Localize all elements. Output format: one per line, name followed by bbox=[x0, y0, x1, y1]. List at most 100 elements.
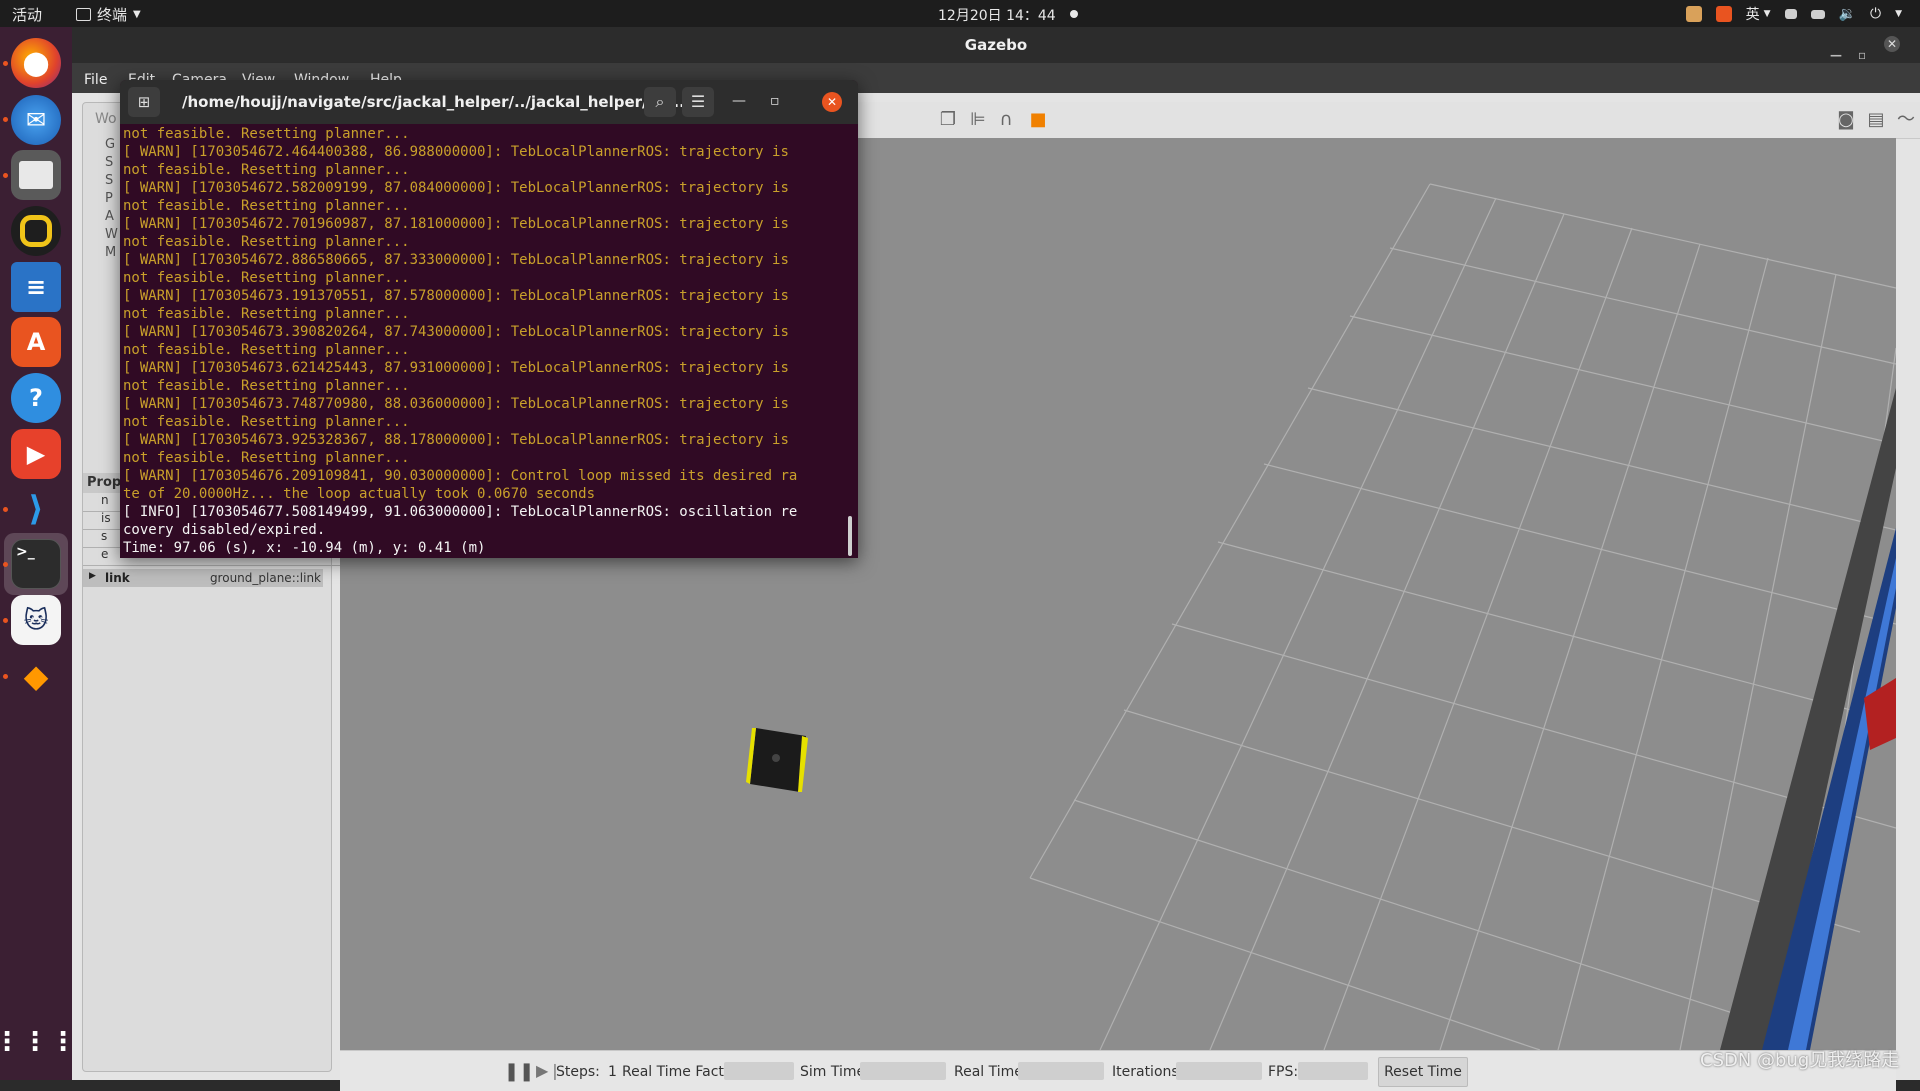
vpn-icon[interactable] bbox=[1810, 9, 1825, 19]
help-icon[interactable]: ? bbox=[11, 373, 61, 423]
jackal-robot bbox=[746, 728, 808, 792]
terminal-line: [ WARN] [1703054673.748770980, 88.036000… bbox=[123, 396, 789, 412]
top-bar: 活动 终端 ▼ 12月20日 14：44 英 ▼ 🔉 ⏻ ▼ bbox=[0, 0, 1920, 27]
terminal-line: [ WARN] [1703054673.621425443, 87.931000… bbox=[123, 360, 789, 376]
snap-icon[interactable]: ∩ bbox=[996, 110, 1016, 130]
fps-field bbox=[1298, 1062, 1368, 1080]
volume-icon[interactable]: 🔉 bbox=[1839, 6, 1856, 22]
reset-time-button[interactable]: Reset Time bbox=[1378, 1057, 1468, 1087]
steps-label: Steps: bbox=[556, 1064, 600, 1080]
chevron-down-icon: ▼ bbox=[133, 9, 141, 20]
running-indicator bbox=[3, 507, 8, 512]
gazebo-titlebar: Gazebo — ▫ ✕ bbox=[72, 27, 1920, 63]
terminal-icon[interactable]: >_ bbox=[11, 539, 61, 589]
property-value: ground_plane::link bbox=[209, 571, 321, 585]
close-button[interactable]: ✕ bbox=[822, 92, 842, 112]
terminal-scrollbar[interactable] bbox=[848, 516, 852, 556]
clash-icon[interactable]: 🐱 bbox=[11, 595, 61, 645]
clock[interactable]: 12月20日 14：44 bbox=[938, 5, 1056, 25]
chevron-down-icon: ▼ bbox=[1763, 9, 1771, 19]
dock: ⬤ ✉ ≡ A ? ▶ ⟩ >_ 🐱 ◆ ⋮⋮⋮ bbox=[0, 27, 76, 1080]
rhythmbox-icon[interactable] bbox=[11, 206, 61, 256]
gazebo-statusbar: ❚❚ ▶❘ Steps: 1 Real Time Factor: Sim Tim… bbox=[340, 1050, 1896, 1091]
terminal-small-icon bbox=[76, 8, 91, 21]
hamburger-menu-button[interactable]: ☰ bbox=[682, 87, 714, 117]
terminal-line: not feasible. Resetting planner... bbox=[123, 450, 410, 466]
close-button[interactable]: ✕ bbox=[1884, 36, 1900, 52]
network-icon[interactable] bbox=[1784, 9, 1797, 19]
terminal-line: not feasible. Resetting planner... bbox=[123, 126, 410, 142]
terminal-headerbar: ⊞ /home/houjj/navigate/src/jackal_helper… bbox=[120, 80, 858, 124]
plot-icon[interactable]: 〜 bbox=[1896, 110, 1916, 130]
expand-arrow-icon[interactable]: ▶ bbox=[89, 571, 96, 581]
terminal-line: not feasible. Resetting planner... bbox=[123, 234, 410, 250]
thunderbird-icon[interactable]: ✉ bbox=[11, 95, 61, 145]
view-angle-icon[interactable]: ■ bbox=[1028, 110, 1048, 130]
terminal-line: not feasible. Resetting planner... bbox=[123, 198, 410, 214]
align-icon[interactable]: ⊫ bbox=[968, 110, 988, 130]
terminal-line: [ WARN] [1703054672.701960987, 87.181000… bbox=[123, 216, 789, 232]
vscode-icon[interactable]: ⟩ bbox=[11, 484, 61, 534]
files-icon[interactable] bbox=[11, 150, 61, 200]
sublime-icon[interactable]: ◆ bbox=[11, 651, 61, 701]
log-icon[interactable]: ▤ bbox=[1866, 110, 1886, 130]
power-icon[interactable]: ⏻ bbox=[1870, 6, 1881, 22]
running-indicator bbox=[3, 562, 8, 567]
running-indicator bbox=[3, 173, 8, 178]
app-menu[interactable]: 终端 ▼ bbox=[76, 4, 141, 25]
copy-icon[interactable]: ❐ bbox=[938, 110, 958, 130]
real-time-field bbox=[1018, 1062, 1104, 1080]
terminal-line: not feasible. Resetting planner... bbox=[123, 162, 410, 178]
screenshot-icon[interactable]: ◙ bbox=[1836, 110, 1856, 130]
menu-file[interactable]: File bbox=[84, 72, 107, 88]
terminal-line: [ WARN] [1703054672.582009199, 87.084000… bbox=[123, 180, 789, 196]
system-tray: 英 ▼ 🔉 ⏻ ▼ bbox=[1685, 4, 1902, 24]
property-row-link[interactable]: ▶ link ground_plane::link bbox=[83, 569, 323, 587]
watermark: CSDN @bug见我绕路走 bbox=[1700, 1050, 1900, 1071]
terminal-line: not feasible. Resetting planner... bbox=[123, 342, 410, 358]
show-apps-icon[interactable]: ⋮⋮⋮ bbox=[0, 1017, 76, 1067]
running-indicator bbox=[3, 618, 8, 623]
terminal-line: not feasible. Resetting planner... bbox=[123, 270, 410, 286]
terminal-output[interactable]: not feasible. Resetting planner... [ WARN… bbox=[123, 125, 845, 556]
real-time-factor-field bbox=[724, 1062, 794, 1080]
terminal-line: [ INFO] [1703054677.508149499, 91.063000… bbox=[123, 504, 798, 520]
notification-dot-icon bbox=[1070, 10, 1078, 18]
flag-tray-icon[interactable] bbox=[1715, 6, 1732, 22]
running-indicator bbox=[3, 61, 8, 66]
terminal-line: not feasible. Resetting planner... bbox=[123, 414, 410, 430]
activities-button[interactable]: 活动 bbox=[12, 4, 42, 25]
terminal-line: [ WARN] [1703054676.209109841, 90.030000… bbox=[123, 468, 798, 484]
running-indicator bbox=[3, 117, 8, 122]
running-indicator bbox=[3, 674, 8, 679]
new-tab-button[interactable]: ⊞ bbox=[128, 87, 160, 117]
terminal-line: not feasible. Resetting planner... bbox=[123, 378, 410, 394]
iterations-label: Iterations: bbox=[1112, 1064, 1184, 1080]
terminal-line: not feasible. Resetting planner... bbox=[123, 306, 410, 322]
terminal-line: [ WARN] [1703054672.886580665, 87.333000… bbox=[123, 252, 789, 268]
real-time-label: Real Time: bbox=[954, 1064, 1028, 1080]
world-tab[interactable]: Wo bbox=[95, 111, 117, 127]
minimize-button[interactable]: — bbox=[732, 93, 746, 109]
iterations-field bbox=[1176, 1062, 1262, 1080]
terminal-line: [ WARN] [1703054673.925328367, 88.178000… bbox=[123, 432, 789, 448]
writer-icon[interactable]: ≡ bbox=[11, 262, 61, 312]
terminal-line: Time: 97.06 (s), x: -10.94 (m), y: 0.41 … bbox=[123, 540, 486, 556]
input-method-indicator[interactable]: 英 bbox=[1746, 4, 1760, 24]
firefox-icon[interactable]: ⬤ bbox=[11, 38, 61, 88]
search-button[interactable]: ⌕ bbox=[644, 87, 676, 117]
clash-tray-icon[interactable] bbox=[1685, 6, 1702, 22]
fps-label: FPS: bbox=[1268, 1064, 1299, 1080]
app-center-icon[interactable]: A bbox=[11, 317, 61, 367]
terminal-line: [ WARN] [1703054673.390820264, 87.743000… bbox=[123, 324, 789, 340]
app-menu-label: 终端 bbox=[97, 6, 128, 24]
property-key: link bbox=[105, 571, 130, 585]
steps-value[interactable]: 1 bbox=[608, 1064, 617, 1080]
terminal-line: [ WARN] [1703054672.464400388, 86.988000… bbox=[123, 144, 789, 160]
maximize-button[interactable]: ▫ bbox=[770, 93, 780, 109]
presenter-icon[interactable]: ▶ bbox=[11, 429, 61, 479]
pause-icon[interactable]: ❚❚ bbox=[504, 1061, 534, 1082]
terminal-line: covery disabled/expired. bbox=[123, 522, 326, 538]
terminal-window[interactable]: ⊞ /home/houjj/navigate/src/jackal_helper… bbox=[120, 80, 858, 558]
chevron-down-icon: ▼ bbox=[1895, 9, 1902, 19]
